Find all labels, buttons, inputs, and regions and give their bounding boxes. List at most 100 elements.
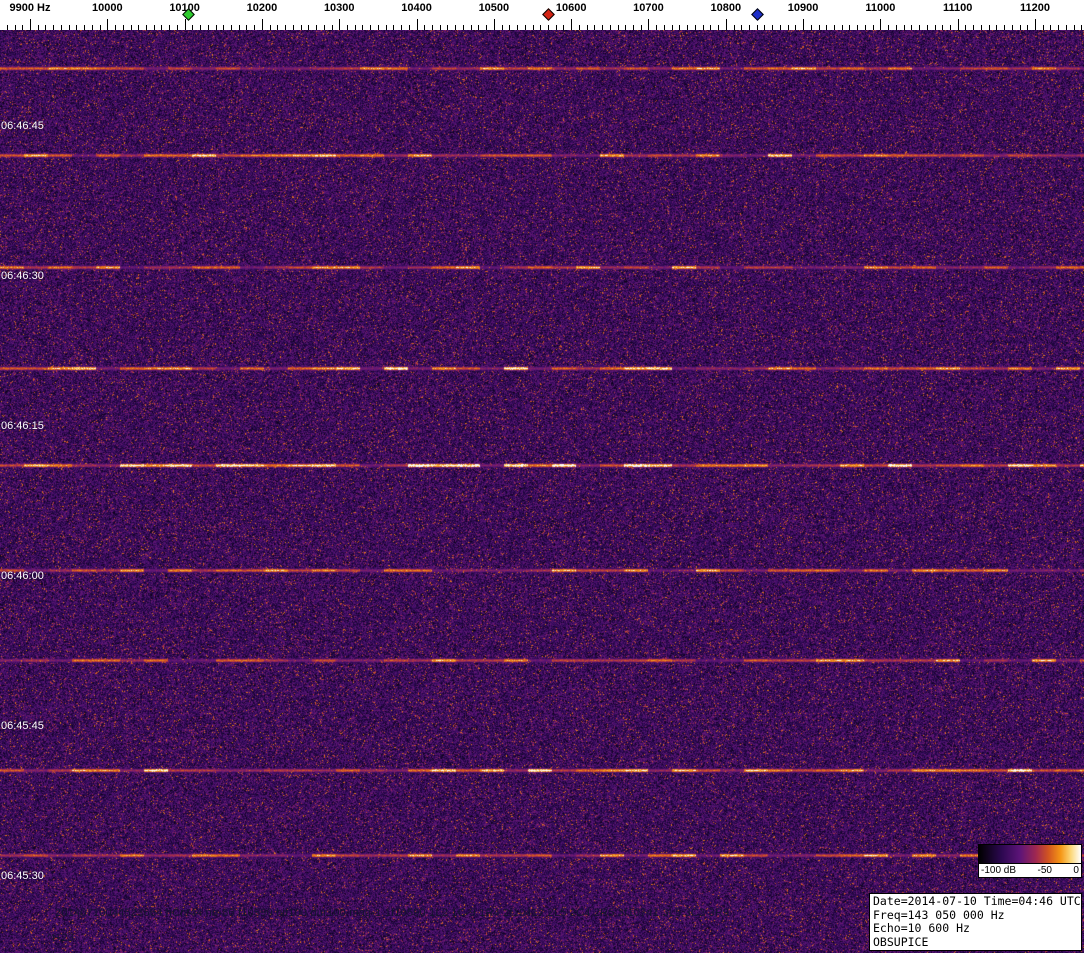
freq-tick: [1035, 19, 1036, 30]
freq-tick: [780, 25, 781, 30]
freq-tick: [370, 25, 371, 30]
freq-tick: [625, 25, 626, 30]
freq-tick: [486, 25, 487, 30]
freq-tick: [1012, 25, 1013, 30]
freq-tick: [656, 25, 657, 30]
freq-tick: [989, 25, 990, 30]
freq-tick: [332, 25, 333, 30]
freq-tick: [432, 25, 433, 30]
freq-tick: [277, 25, 278, 30]
freq-tick: [378, 25, 379, 30]
freq-tick: [618, 25, 619, 30]
freq-tick: [123, 25, 124, 30]
freq-tick: [594, 25, 595, 30]
freq-tick: [1066, 25, 1067, 30]
freq-tick: [107, 19, 108, 30]
freq-tick: [1074, 25, 1075, 30]
freq-tick-label: 10800: [710, 2, 742, 14]
freq-tick: [672, 25, 673, 30]
freq-tick: [641, 25, 642, 30]
detection-status-line: 20140710044523664 hCnt44 nb-86 f10590 hi…: [55, 907, 730, 919]
freq-tick: [525, 25, 526, 30]
freq-tick: [293, 25, 294, 30]
freq-tick: [795, 25, 796, 30]
freq-tick: [200, 25, 201, 30]
freq-tick: [161, 25, 162, 30]
info-frequency: Freq=143 050 000 Hz: [873, 907, 1005, 922]
colorbar-gradient: [978, 844, 1082, 864]
freq-tick: [22, 25, 23, 30]
freq-tick: [540, 25, 541, 30]
freq-tick: [904, 25, 905, 30]
freq-tick: [834, 25, 835, 30]
freq-tick: [965, 25, 966, 30]
info-station: OBSUPICE: [873, 934, 929, 949]
freq-tick: [803, 19, 804, 30]
freq-tick: [455, 25, 456, 30]
time-axis-label: 06:45:30: [1, 870, 44, 882]
blue-frequency-marker-diamond[interactable]: [750, 8, 764, 21]
freq-tick: [664, 25, 665, 30]
freq-tick: [563, 25, 564, 30]
freq-tick: [579, 25, 580, 30]
freq-tick: [726, 19, 727, 30]
freq-tick: [734, 25, 735, 30]
frequency-ruler[interactable]: 9900 Hz 10000 10100 10200 10300 10400 10500 106…: [0, 0, 1084, 30]
freq-tick: [610, 25, 611, 30]
freq-tick: [115, 25, 116, 30]
freq-tick: [896, 25, 897, 30]
freq-tick: [355, 25, 356, 30]
red-frequency-marker-diamond[interactable]: [542, 8, 555, 21]
freq-tick: [393, 25, 394, 30]
freq-tick: [517, 25, 518, 30]
freq-tick: [1081, 25, 1082, 30]
freq-tick: [254, 25, 255, 30]
freq-tick: [169, 25, 170, 30]
info-echo: Echo=10 600 Hz: [873, 921, 970, 935]
freq-tick: [633, 25, 634, 30]
freq-tick: [587, 25, 588, 30]
waterfall-spectrogram[interactable]: 06:46:45 06:46:30 06:46:15 06:46:00 06:45:45…: [0, 30, 1084, 953]
freq-tick: [741, 25, 742, 30]
freq-tick: [471, 25, 472, 30]
colorbar-mid-label: -50: [1037, 865, 1052, 876]
freq-tick: [1027, 25, 1028, 30]
freq-tick: [463, 25, 464, 30]
freq-tick: [417, 19, 418, 30]
freq-tick: [246, 25, 247, 30]
colorbar-min-label: -100 dB: [981, 865, 1017, 876]
freq-tick: [138, 25, 139, 30]
colorbar-max-label: 0: [1073, 865, 1079, 876]
spectrogram-canvas[interactable]: [0, 30, 1084, 953]
freq-tick: [1004, 25, 1005, 30]
freq-tick: [92, 25, 93, 30]
freq-tick-label: 11200: [1020, 2, 1051, 14]
freq-tick: [270, 25, 271, 30]
freq-tick: [15, 25, 16, 30]
freq-tick: [533, 25, 534, 30]
freq-tick: [53, 25, 54, 30]
freq-tick: [865, 25, 866, 30]
freq-tick: [880, 19, 881, 30]
freq-tick: [695, 25, 696, 30]
freq-tick: [216, 25, 217, 30]
freq-tick: [401, 25, 402, 30]
freq-tick: [347, 25, 348, 30]
freq-tick: [857, 25, 858, 30]
freq-tick-label: 10200: [246, 2, 278, 14]
freq-tick: [602, 25, 603, 30]
freq-tick: [548, 25, 549, 30]
freq-tick: [973, 25, 974, 30]
freq-tick-label: 10300: [323, 2, 355, 14]
freq-tick: [996, 25, 997, 30]
freq-tick: [911, 25, 912, 30]
colorbar-scale-labels: -100 dB -50 0: [978, 864, 1082, 878]
freq-tick: [61, 25, 62, 30]
freq-tick-label: 11000: [865, 2, 896, 14]
freq-tick: [239, 25, 240, 30]
freq-tick: [772, 25, 773, 30]
info-date-time: Date=2014-07-10 Time=04:46 UTC: [873, 894, 1081, 908]
freq-tick: [849, 25, 850, 30]
freq-tick-label: 10000: [92, 2, 123, 14]
freq-tick: [950, 25, 951, 30]
